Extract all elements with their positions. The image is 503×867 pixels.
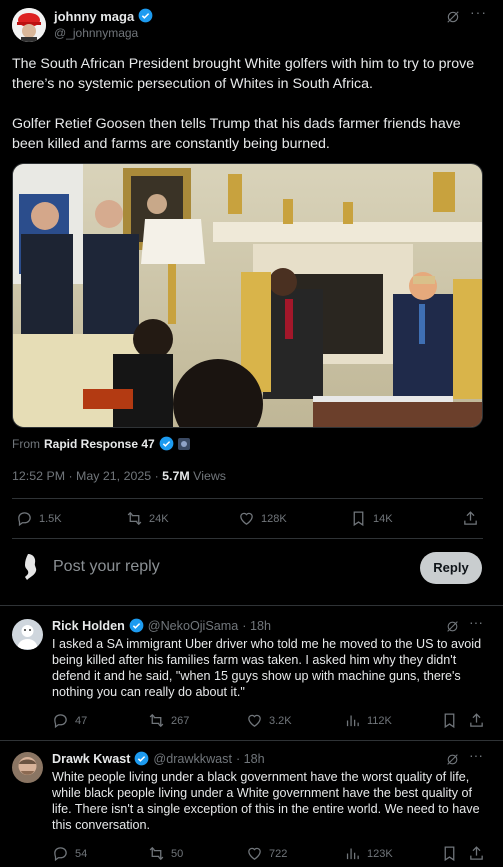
share-action-button[interactable] <box>468 712 485 729</box>
author-avatar[interactable] <box>12 8 46 42</box>
like-action-button[interactable]: 722 <box>246 845 287 862</box>
reply-author-avatar[interactable] <box>12 752 43 783</box>
views-count: 123K <box>367 847 393 860</box>
reply-author-handle[interactable]: @NekoOjiSama <box>148 619 238 633</box>
views-action-button[interactable]: 123K <box>344 845 393 862</box>
heart-icon <box>240 512 253 525</box>
bookmark-action-button[interactable] <box>441 845 458 862</box>
bookmark-action-button[interactable] <box>441 712 458 729</box>
author-name[interactable]: johnny maga <box>54 9 134 24</box>
more-options-icon[interactable]: ··· <box>470 4 487 20</box>
reply-icon <box>54 847 67 862</box>
share-icon <box>470 846 483 860</box>
post-timestamp[interactable]: 12:52 PM · May 21, 2025 · <box>12 469 159 483</box>
bookmark-action-button[interactable]: 14K <box>350 510 393 527</box>
verified-badge-icon <box>138 8 153 23</box>
repost-action-button[interactable]: 267 <box>148 712 189 729</box>
author-handle[interactable]: @_johnnymaga <box>54 26 138 40</box>
views-label: Views <box>193 469 226 483</box>
repost-icon <box>127 511 142 526</box>
like-count: 3.2K <box>269 714 292 727</box>
reply-count: 47 <box>75 714 88 727</box>
post-video[interactable] <box>12 163 483 428</box>
more-options-icon[interactable]: ··· <box>469 747 483 763</box>
reply-timestamp[interactable]: · 18h <box>242 619 271 633</box>
share-action-button[interactable] <box>468 845 485 862</box>
share-action-button[interactable] <box>462 510 479 527</box>
bookmark-icon <box>444 846 455 862</box>
reply-author-avatar[interactable] <box>12 619 43 650</box>
repost-count: 267 <box>171 714 190 727</box>
reply-submit-button[interactable]: Reply <box>420 552 482 584</box>
repost-icon <box>149 846 164 861</box>
reply-action-button[interactable]: 54 <box>52 845 87 862</box>
verified-badge-icon <box>135 751 149 766</box>
analytics-icon <box>346 715 359 727</box>
bookmark-icon <box>353 511 364 527</box>
source-prefix: From <box>12 436 40 451</box>
reply-count: 1.5K <box>39 512 62 525</box>
bookmark-icon <box>444 713 455 729</box>
reply-icon <box>18 512 31 527</box>
heart-icon <box>248 847 261 860</box>
oval-office-scene-image <box>13 164 482 427</box>
reply-text: White people living under a black govern… <box>52 770 480 832</box>
analytics-icon <box>346 848 359 860</box>
heart-icon <box>248 714 261 727</box>
bookmark-count: 14K <box>373 512 393 525</box>
views-action-button[interactable]: 112K <box>344 712 392 729</box>
government-badge-icon <box>177 437 190 450</box>
views-count: 112K <box>367 714 392 727</box>
grok-icon[interactable] <box>446 10 460 29</box>
reply-icon <box>54 714 67 729</box>
reply-action-button[interactable]: 1.5K <box>16 510 62 527</box>
like-count: 128K <box>261 512 287 525</box>
reply-composer-input[interactable]: Post your reply <box>53 558 160 576</box>
share-icon <box>470 713 483 727</box>
reply-timestamp[interactable]: · 18h <box>236 752 265 766</box>
reply-author-name[interactable]: Drawk Kwast <box>52 752 130 766</box>
reply-action-button[interactable]: 47 <box>52 712 87 729</box>
like-count: 722 <box>269 847 288 860</box>
current-user-avatar[interactable] <box>14 550 48 584</box>
share-icon <box>464 511 477 525</box>
repost-icon <box>149 713 164 728</box>
repost-count: 50 <box>171 847 184 860</box>
more-options-icon[interactable]: ··· <box>469 614 483 630</box>
post-text-paragraph-1: The South African President brought Whit… <box>12 56 475 92</box>
reply-count: 54 <box>75 847 88 860</box>
verified-badge-icon <box>159 436 174 451</box>
repost-action-button[interactable]: 24K <box>126 510 169 527</box>
reply-author-name[interactable]: Rick Holden <box>52 619 125 633</box>
like-action-button[interactable]: 128K <box>238 510 287 527</box>
verified-badge-icon <box>129 618 144 633</box>
views-count: 5.7M <box>162 469 190 483</box>
post-text-paragraph-2: Golfer Retief Goosen then tells Trump th… <box>12 116 461 152</box>
reply-text: I asked a SA immigrant Uber driver who t… <box>52 637 482 699</box>
like-action-button[interactable]: 3.2K <box>246 712 292 729</box>
repost-count: 24K <box>149 512 169 525</box>
repost-action-button[interactable]: 50 <box>148 845 183 862</box>
reply-author-handle[interactable]: @drawkkwast <box>153 752 232 766</box>
source-account-link[interactable]: Rapid Response 47 <box>44 437 155 451</box>
